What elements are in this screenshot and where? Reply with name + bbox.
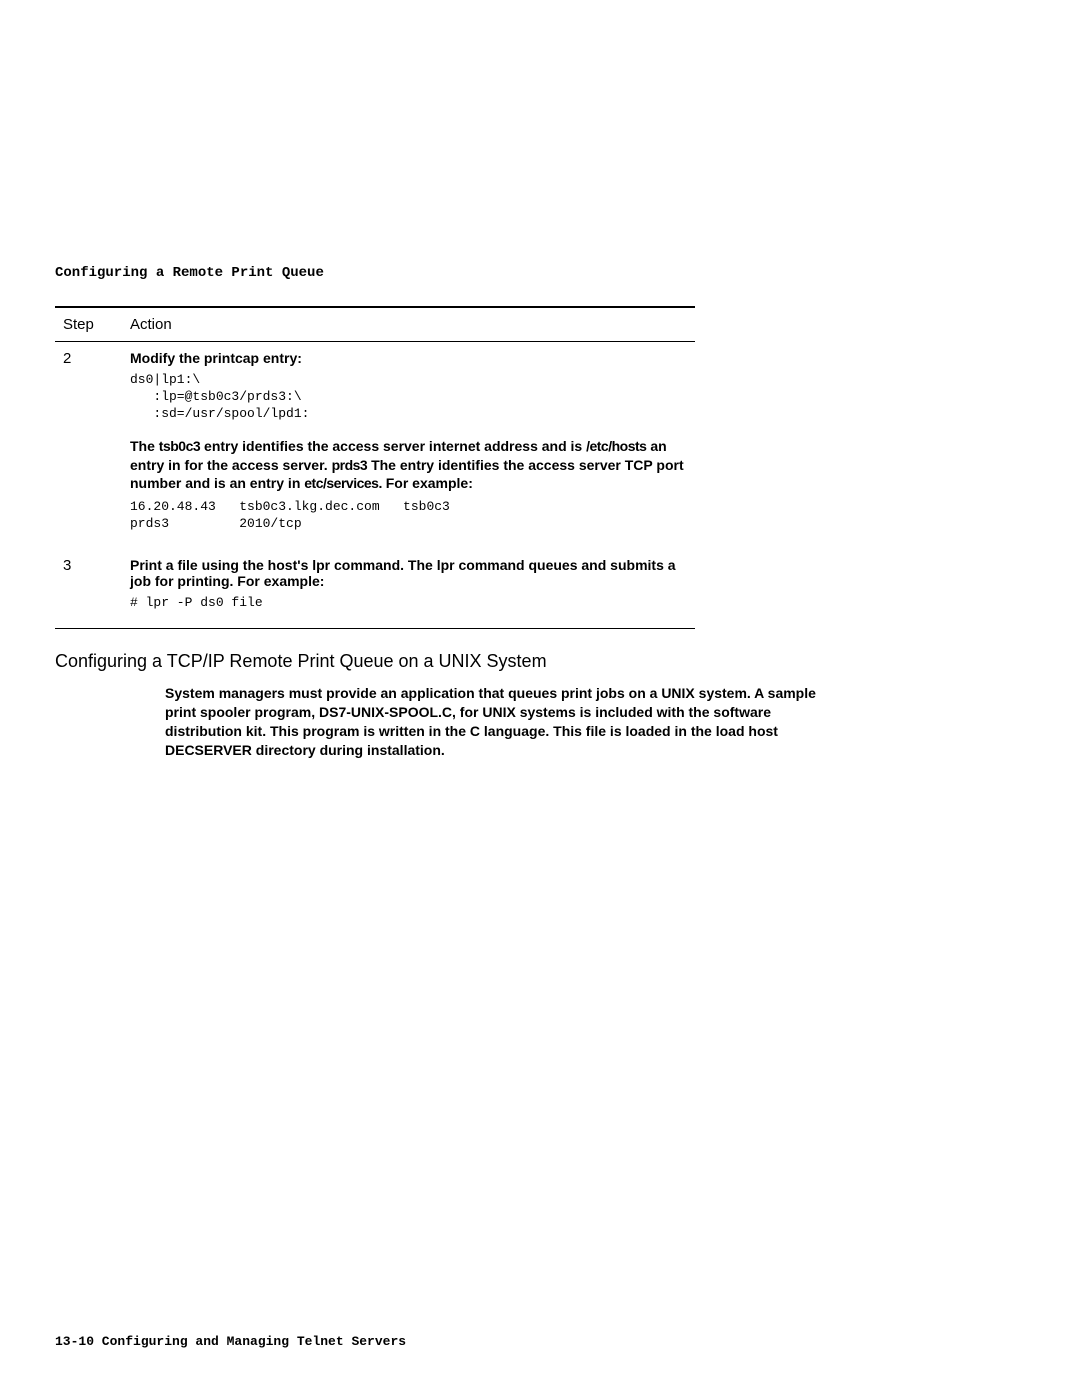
path-ref: /etc/hosts [586,438,646,454]
action-text: Print a file using the host's lpr comman… [130,557,695,589]
path-ref: etc/services. [304,475,382,491]
page-footer: 13-10 Configuring and Managing Telnet Se… [55,1334,406,1349]
col-header-step: Step [55,316,130,333]
col-header-action: Action [130,316,695,333]
subsection-title: Configuring a TCP/IP Remote Print Queue … [55,651,1025,672]
action-title: Modify the printcap entry: [130,350,695,366]
code-ref: prds3 [332,457,368,473]
code-block: ds0|lp1:\ :lp=@tsb0c3/prds3:\ :sd=/usr/s… [130,372,695,423]
steps-table: Step Action 2 Modify the printcap entry:… [55,306,695,629]
text-part: For example: [382,475,473,491]
explanation-text: The tsb0c3 entry identifies the access s… [130,437,695,494]
code-ref: tsb0c3 [159,438,200,454]
table-header-row: Step Action [55,308,695,341]
step-action: Print a file using the host's lpr comman… [130,557,695,618]
step-action: Modify the printcap entry: ds0|lp1:\ :lp… [130,350,695,539]
step-number: 3 [55,557,130,618]
table-row: 3 Print a file using the host's lpr comm… [55,549,695,628]
table-bottom-rule [55,628,695,629]
step-number: 2 [55,350,130,539]
text-part: entry identifies the access server inter… [200,438,586,454]
code-block: # lpr -P ds0 file [130,595,695,612]
code-block: 16.20.48.43 tsb0c3.lkg.dec.com tsb0c3 pr… [130,499,695,533]
text-part: The [130,438,159,454]
subsection-paragraph: System managers must provide an applicat… [165,684,845,760]
section-header: Configuring a Remote Print Queue [55,265,1025,281]
table-row: 2 Modify the printcap entry: ds0|lp1:\ :… [55,342,695,549]
